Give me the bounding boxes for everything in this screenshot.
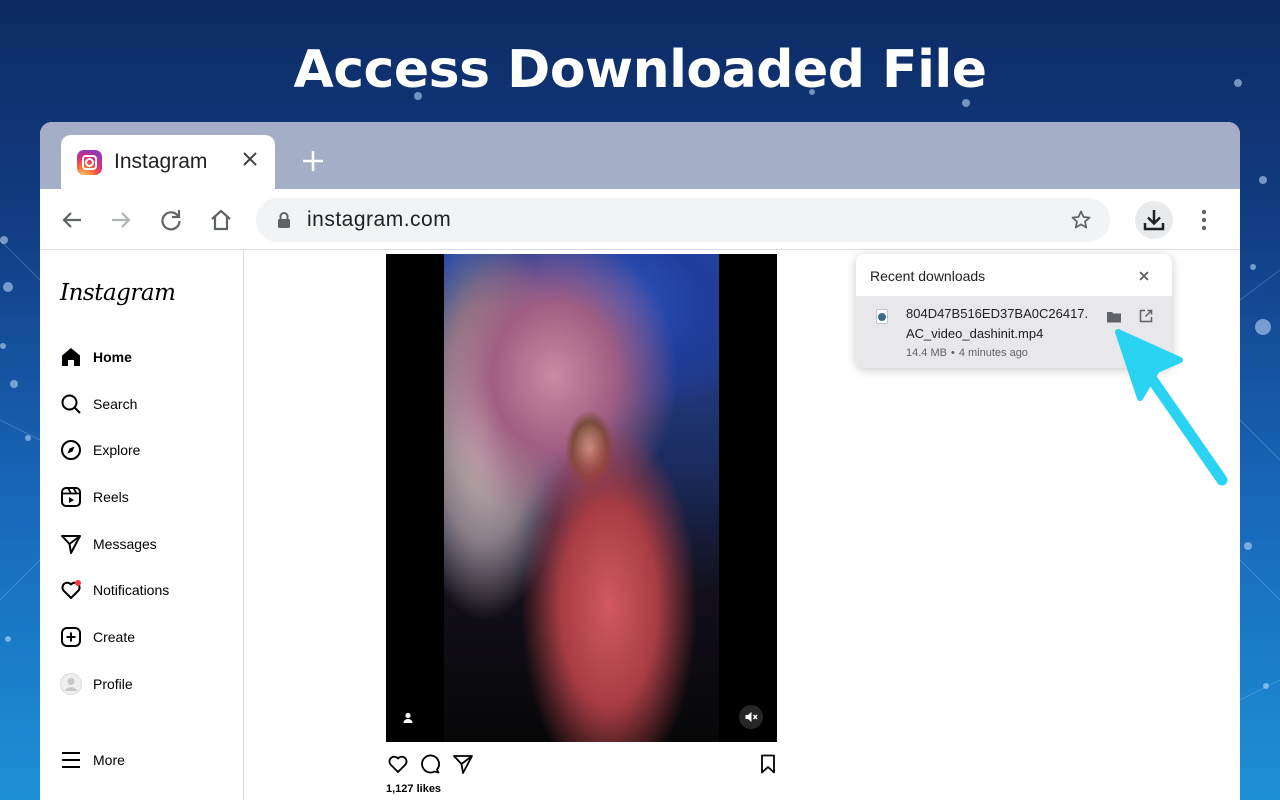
like-icon[interactable] (386, 752, 410, 776)
headline: Access Downloaded File (293, 40, 987, 100)
tab-instagram[interactable]: Instagram (61, 135, 275, 189)
sidebar-item-label: More (93, 752, 125, 768)
tagged-user-icon[interactable] (400, 710, 416, 726)
mute-icon[interactable] (739, 705, 763, 729)
reels-icon (59, 485, 83, 509)
download-filename-line2: AC_video_dashinit.mp4 (906, 326, 1044, 341)
compass-icon (59, 438, 83, 462)
heart-icon (59, 578, 83, 602)
sidebar-item-label: Notifications (93, 582, 170, 598)
browser-toolbar: instagram.com (40, 189, 1240, 250)
instagram-favicon-icon (77, 150, 102, 175)
downloads-title: Recent downloads (870, 268, 986, 284)
sidebar-item-label: Reels (93, 489, 129, 505)
browser-window: Instagram instagram.com Instagram Home S… (40, 122, 1240, 800)
sidebar-item-more[interactable]: More (59, 745, 239, 775)
close-icon[interactable] (1136, 268, 1152, 284)
sidebar-item-label: Search (93, 396, 138, 412)
tab-strip: Instagram (40, 122, 1240, 189)
meta-separator: • (950, 347, 955, 359)
download-size: 14.4 MB (906, 347, 947, 359)
home-icon[interactable] (206, 205, 236, 235)
reload-icon[interactable] (156, 205, 186, 235)
home-filled-icon (59, 345, 83, 369)
plus-icon[interactable] (298, 146, 328, 176)
hamburger-icon (59, 748, 83, 772)
post-actions (386, 752, 777, 780)
download-filename-line1: 804D47B516ED37BA0C26417. (906, 306, 1089, 321)
bookmark-icon[interactable] (756, 752, 780, 776)
sidebar-item-create[interactable]: Create (59, 622, 239, 652)
arrow-right-icon[interactable] (106, 205, 136, 235)
sidebar-item-label: Create (93, 629, 136, 645)
address-bar[interactable]: instagram.com (256, 198, 1110, 242)
kebab-menu-icon[interactable] (1192, 205, 1216, 235)
comment-icon[interactable] (418, 752, 442, 776)
sidebar-item-explore[interactable]: Explore (59, 435, 239, 465)
download-meta: 14.4 MB • 4 minutes ago (906, 347, 1028, 359)
avatar-icon (59, 672, 83, 696)
plus-square-icon (59, 625, 83, 649)
lock-icon[interactable] (274, 210, 294, 230)
search-icon (59, 392, 83, 416)
pointer-arrow-icon (1115, 329, 1228, 486)
post-video[interactable] (386, 254, 777, 742)
send-icon (59, 532, 83, 556)
tab-title: Instagram (114, 150, 208, 173)
arrow-left-icon[interactable] (57, 205, 87, 235)
star-icon[interactable] (1070, 209, 1092, 231)
share-icon[interactable] (451, 752, 475, 776)
sidebar-item-home[interactable]: Home (59, 342, 239, 372)
close-icon[interactable] (239, 148, 261, 170)
post-photo (444, 254, 719, 742)
url-text: instagram.com (307, 208, 452, 231)
sidebar-item-label: Explore (93, 442, 141, 458)
sidebar-item-messages[interactable]: Messages (59, 529, 239, 559)
sidebar-item-label: Profile (93, 676, 133, 692)
download-time: 4 minutes ago (958, 347, 1028, 359)
sidebar-item-profile[interactable]: Profile (59, 669, 239, 699)
download-icon[interactable] (1135, 201, 1173, 239)
sidebar: Instagram Home Search Explore Reels Mess… (40, 250, 244, 800)
sidebar-item-notifications[interactable]: Notifications (59, 575, 239, 605)
file-icon (876, 309, 888, 324)
sidebar-item-search[interactable]: Search (59, 389, 239, 419)
instagram-logo[interactable]: Instagram (60, 280, 176, 306)
sidebar-item-reels[interactable]: Reels (59, 482, 239, 512)
sidebar-item-label: Messages (93, 536, 157, 552)
likes-count[interactable]: 1,127 likes (386, 783, 441, 795)
sidebar-item-label: Home (93, 349, 132, 365)
